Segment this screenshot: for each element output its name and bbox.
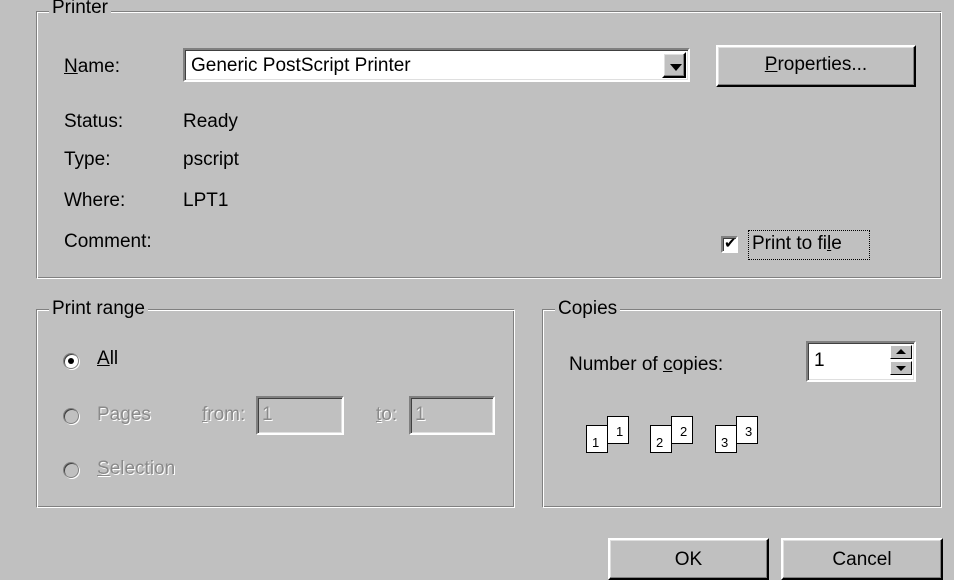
name-label: Name:: [64, 56, 120, 77]
collate-page: 3: [715, 425, 737, 453]
from-input[interactable]: 1: [256, 396, 344, 435]
number-of-copies-label: Number of copies:: [569, 354, 724, 375]
cancel-button[interactable]: Cancel: [781, 538, 943, 580]
printer-dropdown-button[interactable]: [662, 52, 686, 78]
selection-radio[interactable]: [63, 462, 79, 478]
all-label[interactable]: All: [97, 347, 118, 371]
type-value: pscript: [183, 149, 239, 170]
where-value: LPT1: [183, 190, 229, 211]
from-label: from:: [202, 404, 246, 425]
where-label: Where:: [64, 190, 126, 211]
to-label: to:: [376, 404, 398, 425]
ok-button[interactable]: OK: [608, 538, 769, 580]
collate-page: 3: [736, 416, 758, 444]
to-input[interactable]: 1: [409, 396, 495, 435]
print-to-file-label[interactable]: Print to file: [748, 230, 870, 260]
collate-page: 2: [671, 416, 693, 444]
properties-button[interactable]: Properties...: [716, 45, 916, 87]
collate-page: 1: [586, 425, 608, 453]
selection-label[interactable]: Selection: [97, 457, 175, 481]
collate-page: 2: [650, 425, 672, 453]
print-dialog: Printer Name: Generic PostScript Printer…: [0, 0, 954, 580]
copies-group: Copies: [542, 297, 942, 508]
status-label: Status:: [64, 111, 124, 132]
collate-page: 1: [607, 416, 629, 444]
radio-selected-dot: [68, 358, 74, 364]
copies-value: 1: [814, 350, 825, 371]
pages-label[interactable]: Pages: [97, 403, 151, 427]
arrow-up-icon: [896, 349, 906, 354]
printer-name-value: Generic PostScript Printer: [191, 55, 411, 76]
print-range-legend: Print range: [49, 297, 148, 321]
printer-name-combobox[interactable]: Generic PostScript Printer: [183, 48, 690, 82]
pages-radio[interactable]: [63, 408, 79, 424]
copies-spinbox[interactable]: 1: [806, 341, 916, 382]
status-value: Ready: [183, 111, 238, 132]
copies-decrement-button[interactable]: [890, 361, 912, 375]
print-to-file-checkbox[interactable]: ✔: [721, 235, 738, 253]
all-radio[interactable]: [63, 353, 79, 369]
comment-label: Comment:: [64, 231, 152, 252]
arrow-down-icon: [896, 366, 906, 371]
chevron-down-icon: [670, 64, 682, 71]
copies-legend: Copies: [555, 297, 621, 321]
printer-legend: Printer: [49, 0, 111, 20]
checkmark-icon: ✔: [724, 235, 737, 252]
type-label: Type:: [64, 149, 111, 170]
copies-increment-button[interactable]: [890, 345, 912, 359]
